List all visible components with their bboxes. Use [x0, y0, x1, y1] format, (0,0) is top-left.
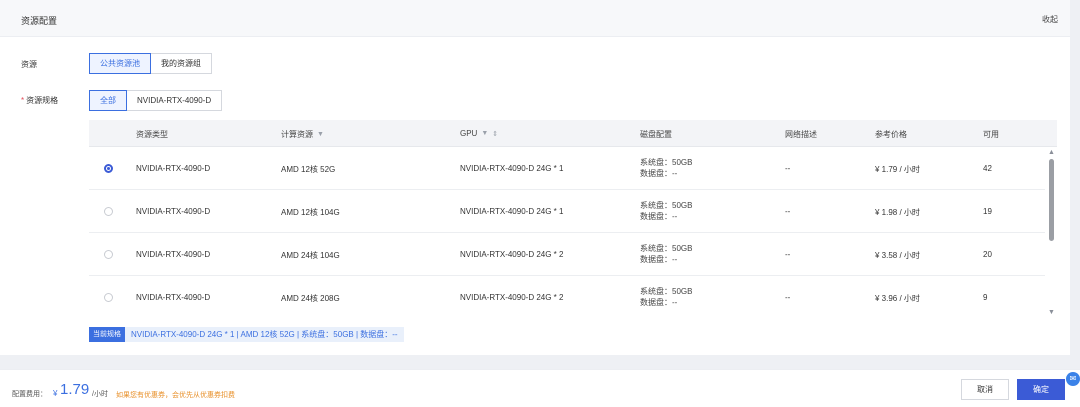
table-scrollbar[interactable]: ▲ ▼: [1047, 147, 1057, 318]
spec-table: 资源类型 计算资源 ▼ GPU ▼ ⇕ 磁盘配置 网络描述 参考价格 可用 NV…: [89, 120, 1057, 318]
col-label: 可用: [983, 130, 999, 139]
tab-my-resource-group[interactable]: 我的资源组: [151, 53, 212, 74]
cell-network: --: [785, 207, 791, 216]
panel-header: 资源配置 收起: [0, 0, 1070, 37]
cell-available: 19: [983, 207, 992, 216]
cell-compute: AMD 12核 104G: [281, 208, 340, 217]
cell-type: NVIDIA-RTX-4090-D: [136, 250, 211, 259]
fee-amount: 1.79: [60, 381, 90, 398]
resource-source-switch: 公共资源池 我的资源组: [89, 53, 212, 74]
chevron-down-icon[interactable]: ▼: [1048, 309, 1055, 316]
sys-disk: 系统盘：50GB: [640, 244, 693, 253]
fee-unit: /小时: [92, 391, 108, 398]
fee-currency: ¥: [53, 389, 58, 398]
spec-label-wrap: * 资源规格: [21, 95, 58, 106]
current-spec-bar: 当前规格 NVIDIA-RTX-4090-D 24G * 1 | AMD 12核…: [89, 327, 404, 342]
table-header: 资源类型 计算资源 ▼ GPU ▼ ⇕ 磁盘配置 网络描述 参考价格 可用: [89, 120, 1057, 147]
row-radio[interactable]: [104, 250, 113, 259]
sys-disk: 系统盘：50GB: [640, 201, 693, 210]
row-radio[interactable]: [104, 293, 113, 302]
data-disk: 数据盘：--: [640, 298, 678, 307]
fee-label: 配置费用：: [12, 391, 47, 398]
tab-rtx-4090-d[interactable]: NVIDIA-RTX-4090-D: [127, 90, 223, 111]
cell-disk: 系统盘：50GB 数据盘：--: [640, 157, 692, 179]
panel-body: 资源 公共资源池 我的资源组 * 资源规格 全部 NVIDIA-RTX-4090-…: [0, 37, 1070, 355]
col-label: 参考价格: [875, 130, 907, 139]
col-network: 网络描述: [785, 129, 817, 140]
cell-price: ¥ 3.96 / 小时: [875, 294, 920, 303]
filter-icon[interactable]: ▼: [481, 130, 488, 137]
table-body: NVIDIA-RTX-4090-D AMD 12核 52G NVIDIA-RTX…: [89, 147, 1057, 318]
table-row[interactable]: NVIDIA-RTX-4090-D AMD 12核 52G NVIDIA-RTX…: [89, 147, 1045, 190]
cell-available: 9: [983, 293, 988, 302]
panel-title: 资源配置: [21, 16, 58, 26]
col-label: 网络描述: [785, 130, 817, 139]
cell-compute: AMD 24核 208G: [281, 294, 340, 303]
cell-network: --: [785, 293, 791, 302]
required-mark: *: [21, 96, 25, 105]
cell-available: 20: [983, 250, 992, 259]
cell-type: NVIDIA-RTX-4090-D: [136, 207, 211, 216]
cell-gpu: NVIDIA-RTX-4090-D 24G * 1: [460, 164, 564, 173]
cell-network: --: [785, 164, 791, 173]
chat-bubble-icon[interactable]: ✉: [1066, 372, 1080, 386]
cell-gpu: NVIDIA-RTX-4090-D 24G * 1: [460, 207, 564, 216]
spec-filter-switch: 全部 NVIDIA-RTX-4090-D: [89, 90, 223, 111]
col-available: 可用: [983, 129, 999, 140]
cell-gpu: NVIDIA-RTX-4090-D 24G * 2: [460, 293, 564, 302]
cell-compute: AMD 12核 52G: [281, 165, 336, 174]
sort-icon[interactable]: ⇕: [492, 130, 498, 138]
coupon-tip: 如果您有优惠券，会优先从优惠券扣费: [116, 392, 235, 399]
col-price: 参考价格: [875, 129, 907, 140]
confirm-button[interactable]: 确定: [1017, 379, 1065, 400]
resource-label: 资源: [21, 60, 37, 69]
col-disk: 磁盘配置: [640, 129, 672, 140]
cell-price: ¥ 1.98 / 小时: [875, 208, 920, 217]
current-spec-badge: 当前规格: [89, 327, 125, 342]
sys-disk: 系统盘：50GB: [640, 158, 693, 167]
scrollbar-thumb[interactable]: [1049, 159, 1054, 241]
data-disk: 数据盘：--: [640, 169, 678, 178]
footer-bar: 配置费用： ¥ 1.79 /小时 如果您有优惠券，会优先从优惠券扣费 取消 确定: [0, 369, 1080, 407]
col-label: 计算资源: [281, 130, 313, 139]
col-label: 资源类型: [136, 130, 168, 139]
tab-public-pool[interactable]: 公共资源池: [89, 53, 151, 74]
col-compute: 计算资源 ▼: [281, 129, 324, 140]
cell-network: --: [785, 250, 791, 259]
cell-price: ¥ 3.58 / 小时: [875, 251, 920, 260]
cell-compute: AMD 24核 104G: [281, 251, 340, 260]
cell-gpu: NVIDIA-RTX-4090-D 24G * 2: [460, 250, 564, 259]
cell-disk: 系统盘：50GB 数据盘：--: [640, 243, 692, 265]
collapse-link[interactable]: 收起: [1042, 14, 1058, 25]
data-disk: 数据盘：--: [640, 255, 678, 264]
chevron-up-icon[interactable]: ▲: [1048, 149, 1055, 156]
cell-type: NVIDIA-RTX-4090-D: [136, 164, 211, 173]
table-row[interactable]: NVIDIA-RTX-4090-D AMD 24核 104G NVIDIA-RT…: [89, 233, 1045, 276]
cell-disk: 系统盘：50GB 数据盘：--: [640, 200, 692, 222]
current-spec-text: NVIDIA-RTX-4090-D 24G * 1 | AMD 12核 52G …: [131, 330, 398, 339]
col-label: GPU: [460, 129, 478, 138]
tab-all-specs[interactable]: 全部: [89, 90, 127, 111]
table-row[interactable]: NVIDIA-RTX-4090-D AMD 12核 104G NVIDIA-RT…: [89, 190, 1045, 233]
row-radio[interactable]: [104, 207, 113, 216]
cancel-button[interactable]: 取消: [961, 379, 1009, 400]
cell-available: 42: [983, 164, 992, 173]
cell-price: ¥ 1.79 / 小时: [875, 165, 920, 174]
sys-disk: 系统盘：50GB: [640, 287, 693, 296]
spec-label: 资源规格: [26, 96, 59, 105]
cell-type: NVIDIA-RTX-4090-D: [136, 293, 211, 302]
col-resource-type: 资源类型: [136, 129, 168, 140]
table-row[interactable]: NVIDIA-RTX-4090-D AMD 24核 208G NVIDIA-RT…: [89, 276, 1045, 318]
col-gpu: GPU ▼ ⇕: [460, 129, 498, 138]
data-disk: 数据盘：--: [640, 212, 678, 221]
row-radio[interactable]: [104, 164, 113, 173]
cell-disk: 系统盘：50GB 数据盘：--: [640, 286, 692, 308]
filter-icon[interactable]: ▼: [317, 131, 324, 138]
col-label: 磁盘配置: [640, 130, 672, 139]
